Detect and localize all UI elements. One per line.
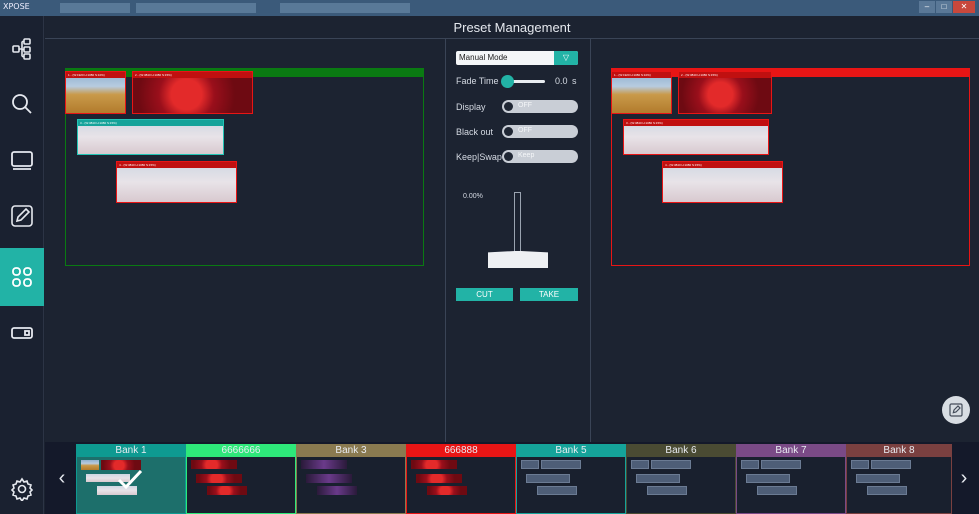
- toggle-knob: [504, 127, 513, 136]
- monitor-icon: [11, 151, 33, 170]
- sidebar-item-settings[interactable]: [0, 464, 44, 514]
- bank-tile-2[interactable]: 6666666: [186, 444, 296, 514]
- edit-icon: [949, 403, 963, 417]
- cut-button[interactable]: CUT: [456, 288, 513, 301]
- blackout-state: OFF: [518, 127, 532, 134]
- layer-label: 2 - (W:3840 H:1080 S:15%): [133, 72, 252, 78]
- tbar-percent: 0.00%: [463, 193, 483, 200]
- keepswap-state: Keep: [518, 152, 535, 159]
- check-icon: [117, 469, 143, 489]
- layer-label: 3 - (W:3840 H:1080 S:15%): [78, 120, 223, 126]
- program-layer-4[interactable]: 4 - (W:3840 H:1080 S:15%): [662, 161, 783, 203]
- layer-label: 4 - (W:3840 H:1080 S:15%): [663, 162, 782, 168]
- fade-time-unit: s: [572, 76, 577, 86]
- bank-name: Bank 8: [847, 445, 951, 457]
- settings-icon: [10, 477, 34, 501]
- page-title: Preset Management: [453, 20, 571, 35]
- keepswap-label: Keep|Swap: [456, 152, 502, 162]
- title-bar: XPOSE – □ ✕: [0, 0, 979, 16]
- divider: [590, 38, 591, 442]
- search-icon: [12, 94, 32, 114]
- taskbar-item[interactable]: [136, 3, 256, 13]
- window-controls: – □ ✕: [919, 1, 975, 13]
- divider: [445, 38, 446, 442]
- mode-select[interactable]: Manual Mode ▽: [456, 51, 578, 65]
- keepswap-toggle[interactable]: Keep: [502, 150, 578, 163]
- maximize-button[interactable]: □: [936, 1, 952, 13]
- bank-name: 666888: [407, 445, 515, 457]
- bank-name: Bank 7: [737, 445, 845, 457]
- bank-tile-8[interactable]: Bank 8: [846, 444, 952, 514]
- toggle-knob: [504, 102, 513, 111]
- layer-label: 1 - (W:1920 H:1080 S:10%): [612, 72, 671, 78]
- layer-label: 3 - (W:3840 H:1080 S:15%): [624, 120, 768, 126]
- bank-tile-5[interactable]: Bank 5: [516, 444, 626, 514]
- program-layer-3[interactable]: 3 - (W:3840 H:1080 S:15%): [623, 119, 769, 155]
- take-button[interactable]: TAKE: [520, 288, 578, 301]
- divider: [45, 38, 979, 39]
- app-title: XPOSE: [3, 2, 30, 11]
- close-button[interactable]: ✕: [953, 1, 975, 13]
- output-icon: [11, 327, 33, 339]
- blackout-toggle[interactable]: OFF: [502, 125, 578, 138]
- fade-time-value: 0.0: [555, 76, 568, 86]
- fade-time-label: Fade Time: [456, 76, 499, 86]
- layer-label: 2 - (W:3840 H:1080 S:15%): [679, 72, 771, 78]
- taskbar-item[interactable]: [60, 3, 130, 13]
- chevron-right-icon[interactable]: ›: [949, 448, 979, 508]
- preview-layer-4[interactable]: 4 - (W:3840 H:1080 S:15%): [116, 161, 237, 203]
- bank-name: Bank 5: [517, 445, 625, 457]
- edit-preset-button[interactable]: [942, 396, 970, 424]
- fade-time-slider-handle[interactable]: [501, 75, 514, 88]
- blackout-label: Black out: [456, 127, 494, 137]
- sidebar-item-monitor[interactable]: [0, 135, 44, 185]
- bank-name: Bank 6: [627, 445, 735, 457]
- edit-icon: [11, 205, 33, 227]
- preview-layer-1[interactable]: 1 - (W:1920 H:1080 S:10%): [65, 71, 126, 114]
- bank-name: Bank 3: [297, 445, 405, 457]
- bank-tile-4[interactable]: 666888: [406, 444, 516, 514]
- bank-tile-3[interactable]: Bank 3: [296, 444, 406, 514]
- minimize-button[interactable]: –: [919, 1, 935, 13]
- bank-tile-1[interactable]: Bank 1: [76, 444, 186, 514]
- toggle-knob: [504, 152, 513, 161]
- bank-tile-7[interactable]: Bank 7: [736, 444, 846, 514]
- display-state: OFF: [518, 102, 532, 109]
- sidebar-item-edit[interactable]: [0, 191, 44, 241]
- taskbar-item[interactable]: [280, 3, 410, 13]
- bank-name: Bank 1: [77, 445, 185, 457]
- bank-name: 6666666: [187, 445, 295, 457]
- program-layer-2[interactable]: 2 - (W:3840 H:1080 S:15%): [678, 71, 772, 114]
- tbar-handle[interactable]: [488, 251, 548, 268]
- chevron-down-icon[interactable]: ▽: [554, 51, 578, 65]
- sidebar-item-output[interactable]: [0, 308, 44, 358]
- program-layer-1[interactable]: 1 - (W:1920 H:1080 S:10%): [611, 71, 672, 114]
- topology-icon: [12, 38, 31, 60]
- sidebar-item-search[interactable]: [0, 79, 44, 129]
- sidebar-item-topology[interactable]: [0, 24, 44, 74]
- preview-layer-3[interactable]: 3 - (W:3840 H:1080 S:15%): [77, 119, 224, 155]
- mode-select-value: Manual Mode: [459, 53, 508, 62]
- layer-label: 4 - (W:3840 H:1080 S:15%): [117, 162, 236, 168]
- layer-label: 1 - (W:1920 H:1080 S:10%): [66, 72, 125, 78]
- preview-layer-2[interactable]: 2 - (W:3840 H:1080 S:15%): [132, 71, 253, 114]
- display-label: Display: [456, 102, 486, 112]
- sidebar-item-presets[interactable]: [0, 248, 44, 306]
- display-toggle[interactable]: OFF: [502, 100, 578, 113]
- bank-tile-6[interactable]: Bank 6: [626, 444, 736, 514]
- sidebar: [0, 16, 44, 514]
- preset-grid-icon: [12, 267, 32, 287]
- chevron-left-icon[interactable]: ‹: [47, 448, 77, 508]
